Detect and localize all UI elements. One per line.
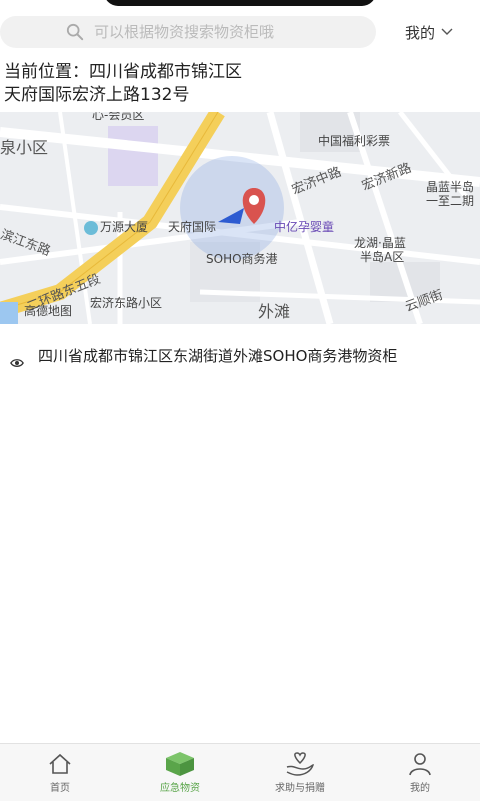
map-label-jinglan-2: 一至二期 [426,194,475,208]
user-menu-label: 我的 [405,23,436,42]
status-notch [104,0,376,6]
map-label-waitan: 外滩 [258,302,291,321]
map-label-top-center: 心-会员区 [92,112,145,122]
search-icon [66,23,84,41]
map-label-longhu-2: 半岛A区 [360,250,405,264]
location-pin-icon [10,359,24,367]
search-input[interactable] [92,22,356,42]
map-view[interactable]: 心-会员区 泉小区 中国福利彩票 宏济中路 宏济新路 晶蓝半岛 一至二期 滨江东… [0,112,480,324]
map-label-hongji-east: 宏济东路小区 [90,296,163,310]
cabinet-address-row[interactable]: 四川省成都市锦江区东湖街道外滩SOHO商务港物资柜 [0,346,480,370]
current-location: 当前位置：四川省成都市锦江区 天府国际宏济上路132号 [4,61,404,107]
search-bar[interactable] [0,16,376,48]
cabinet-address-text: 四川省成都市锦江区东湖街道外滩SOHO商务港物资柜 [38,347,398,365]
map-label-zhongyi: 中亿孕婴童 [274,220,335,234]
map-label-fuli: 中国福利彩票 [318,134,391,148]
user-menu-dropdown[interactable]: 我的 [405,20,453,44]
tab-home[interactable]: 首页 [0,744,120,801]
tab-help-donate-label: 求助与捐赠 [275,783,325,794]
tab-mine[interactable]: 我的 [360,744,480,801]
map-label-left-area: 泉小区 [0,138,49,157]
map-label-wanyuan: 万源大厦 [84,218,148,235]
box-icon [166,752,194,776]
user-icon [409,753,431,776]
tab-help-donate[interactable]: 求助与捐赠 [240,744,360,801]
poi-icon [84,220,98,235]
chevron-down-icon [441,28,453,35]
hand-heart-icon [286,752,315,776]
current-location-line2: 天府国际宏济上路132号 [4,85,190,105]
bottom-tab-bar: 首页 应急物资 求助与捐赠 我的 [0,743,480,801]
home-icon [49,753,71,774]
map-logo-gaode: 高德地图 [24,304,73,318]
tab-emergency-supplies-label: 应急物资 [160,783,200,794]
current-location-line1: 当前位置：四川省成都市锦江区 [4,62,242,82]
map-label-tianfu: 天府国际 [168,220,217,234]
tab-mine-label: 我的 [410,783,430,794]
tab-emergency-supplies[interactable]: 应急物资 [120,744,240,801]
map-label-soho: SOHO商务港 [206,252,278,266]
tab-home-label: 首页 [50,783,70,794]
